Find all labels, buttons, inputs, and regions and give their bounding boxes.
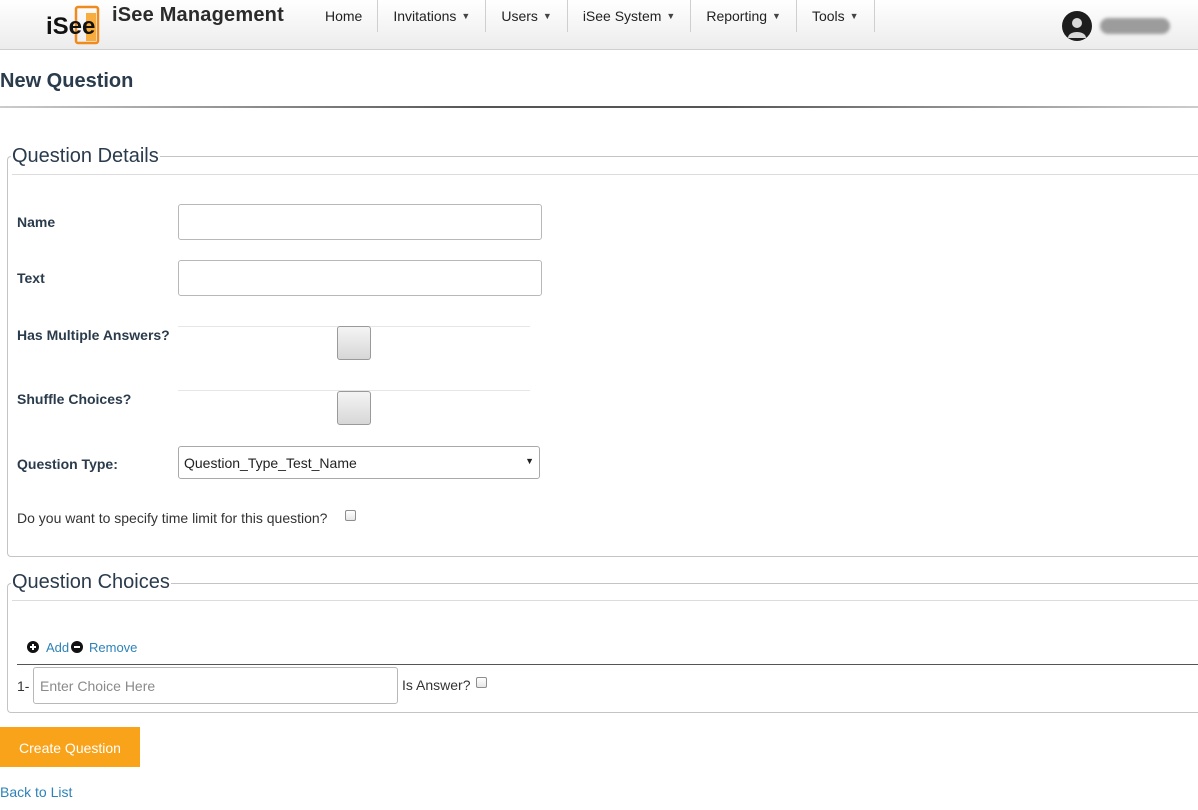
- shuffle-choices-label: Shuffle Choices?: [17, 391, 132, 407]
- time-limit-label: Do you want to specify time limit for th…: [17, 510, 328, 526]
- chevron-down-icon: ▼: [542, 11, 552, 21]
- shuffle-choices-checkbox[interactable]: [337, 391, 371, 425]
- nav-home[interactable]: Home: [309, 0, 379, 32]
- create-question-button[interactable]: Create Question: [0, 727, 140, 767]
- page-title: New Question: [0, 70, 134, 92]
- nav-isee-system[interactable]: iSee System ▼: [568, 0, 692, 32]
- multiple-answers-checkbox[interactable]: [337, 326, 371, 360]
- multiple-answers-label: Has Multiple Answers?: [17, 327, 170, 343]
- brand-title[interactable]: iSee Management: [112, 4, 284, 27]
- remove-choice-link[interactable]: Remove: [89, 640, 137, 655]
- nav-invitations-label: Invitations: [393, 8, 457, 24]
- question-choices-legend: Question Choices: [11, 571, 171, 594]
- time-limit-checkbox[interactable]: [345, 510, 356, 521]
- text-input[interactable]: [178, 260, 542, 296]
- is-answer-label: Is Answer?: [402, 677, 471, 693]
- is-answer-checkbox[interactable]: [476, 677, 487, 688]
- user-name-redacted[interactable]: [1100, 18, 1170, 34]
- choice-number: 1-: [17, 678, 30, 694]
- nav-tools-label: Tools: [811, 8, 845, 24]
- chevron-down-icon: ▼: [666, 11, 676, 21]
- main-nav: Home Invitations ▼ Users ▼ iSee System ▼…: [309, 0, 875, 32]
- question-type-label: Question Type:: [17, 456, 118, 472]
- nav-reporting-label: Reporting: [706, 8, 768, 24]
- plus-circle-icon[interactable]: [27, 641, 39, 653]
- question-type-value: Question_Type_Test_Name: [184, 455, 357, 471]
- choice-input[interactable]: [33, 667, 398, 704]
- name-input[interactable]: [178, 204, 542, 240]
- nav-users[interactable]: Users ▼: [486, 0, 568, 32]
- nav-users-label: Users: [501, 8, 538, 24]
- name-label: Name: [17, 214, 56, 230]
- top-navbar: iSee iSee Management Home Invitations ▼ …: [0, 0, 1198, 50]
- legend-divider: [12, 174, 1198, 175]
- nav-isee-system-label: iSee System: [582, 8, 662, 24]
- nav-invitations[interactable]: Invitations ▼: [378, 0, 487, 32]
- isee-logo[interactable]: iSee: [46, 4, 102, 46]
- chevron-down-icon: ▼: [849, 11, 859, 21]
- back-to-list-link[interactable]: Back to List: [0, 784, 72, 800]
- chevron-down-icon: ▼: [461, 11, 471, 21]
- chevron-down-icon: ▼: [525, 456, 534, 466]
- add-choice-link[interactable]: Add: [46, 640, 69, 655]
- svg-text:iSee: iSee: [46, 13, 95, 40]
- title-divider: [0, 106, 1198, 108]
- chevron-down-icon: ▼: [772, 11, 781, 21]
- question-type-select[interactable]: Question_Type_Test_Name ▼: [178, 446, 540, 479]
- choices-divider: [17, 664, 1198, 665]
- minus-circle-icon[interactable]: [71, 641, 83, 653]
- nav-home-label: Home: [325, 8, 363, 24]
- legend-divider: [12, 600, 1198, 601]
- user-avatar-icon[interactable]: [1062, 11, 1092, 41]
- question-details-legend: Question Details: [11, 145, 160, 168]
- nav-reporting[interactable]: Reporting ▼: [691, 0, 797, 32]
- nav-tools[interactable]: Tools ▼: [797, 0, 875, 32]
- text-label: Text: [17, 270, 45, 286]
